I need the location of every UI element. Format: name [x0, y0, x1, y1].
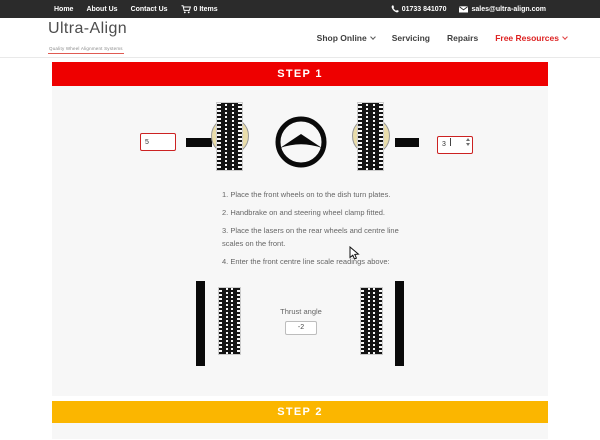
spinner-up-icon[interactable] [465, 137, 470, 141]
thrust-angle-group: Thrust angle [246, 307, 356, 335]
front-left-tire [216, 102, 243, 171]
text-cursor [450, 138, 451, 146]
rear-right-laser-line [395, 281, 404, 366]
cart-link[interactable]: 0 Items [181, 4, 218, 14]
number-spinner[interactable] [465, 137, 470, 146]
chevron-down-icon [369, 33, 376, 40]
mouse-cursor-icon [349, 246, 360, 260]
nav-label: Servicing [391, 32, 431, 43]
chevron-down-icon [562, 33, 568, 40]
right-laser-beam [395, 138, 419, 147]
instruction-step-1: 1. Place the front wheels on to the dish… [222, 190, 391, 199]
logo-tagline: Quality Wheel Alignment Systems [48, 46, 124, 54]
instruction-step-2: 2. Handbrake on and steering wheel clamp… [222, 208, 386, 217]
phone-number: 01733 841070 [401, 5, 447, 13]
rear-right-tire [360, 287, 383, 355]
instruction-step-4: 4. Enter the front centre line scale rea… [222, 257, 390, 266]
page: Home About Us Contact Us 0 Items 01733 8… [0, 0, 600, 439]
step1-panel: 1. Place the front wheels on to the dish… [52, 86, 548, 396]
topbar: Home About Us Contact Us 0 Items 01733 8… [0, 0, 600, 18]
step1-banner-label: STEP 1 [277, 68, 323, 80]
rear-left-tire [218, 287, 241, 355]
step2-banner: STEP 2 [52, 401, 548, 423]
nav-item-shop-online[interactable]: Shop Online [316, 32, 376, 43]
thrust-angle-input[interactable] [285, 320, 317, 335]
front-right-reading-field [437, 133, 473, 154]
spinner-down-icon[interactable] [465, 142, 470, 146]
step1-banner: STEP 1 [52, 62, 548, 86]
steering-wheel-icon [275, 116, 327, 168]
nav-item-repairs[interactable]: Repairs [447, 33, 478, 43]
email-address: sales@ultra-align.com [471, 5, 546, 13]
cart-icon [181, 4, 191, 13]
rear-left-laser-line [196, 281, 205, 366]
instruction-step-3: 3. Place the lasers on the rear wheels a… [222, 226, 399, 248]
phone-icon [391, 5, 399, 13]
nav-label: Shop Online [316, 32, 367, 43]
step2-panel-top [52, 423, 548, 439]
nav-item-free-resources[interactable]: Free Resources [495, 32, 568, 43]
topbar-link-home[interactable]: Home [54, 6, 73, 13]
topbar-link-about[interactable]: About Us [86, 6, 117, 13]
nav-item-servicing[interactable]: Servicing [392, 33, 430, 43]
left-laser-beam [186, 138, 212, 147]
step2-banner-label: STEP 2 [277, 406, 323, 418]
wizard-container: STEP 1 5 3 1. Place the front wheels on … [52, 62, 548, 439]
logo[interactable]: Ultra-Align Quality Wheel Alignment Syst… [48, 20, 127, 55]
topbar-right: 01733 841070 sales@ultra-align.com [391, 5, 546, 13]
instructions-list: 1. Place the front wheels on to the dish… [222, 188, 402, 273]
nav-label: Free Resources [495, 32, 559, 43]
phone-link[interactable]: 01733 841070 [391, 5, 447, 13]
thrust-angle-label: Thrust angle [280, 307, 322, 316]
topbar-link-contact[interactable]: Contact Us [131, 6, 168, 13]
nav-label: Repairs [447, 32, 479, 43]
front-right-tire [357, 102, 384, 171]
front-left-reading-input[interactable] [140, 133, 176, 151]
email-icon [459, 5, 469, 12]
site-header: Ultra-Align Quality Wheel Alignment Syst… [0, 18, 600, 58]
logo-title: Ultra-Align [48, 20, 128, 37]
email-link[interactable]: sales@ultra-align.com [459, 6, 546, 13]
cart-count-label: 0 Items [193, 5, 218, 13]
topbar-left: Home About Us Contact Us 0 Items [54, 4, 218, 14]
main-nav: Shop Online Servicing Repairs Free Resou… [316, 32, 568, 43]
